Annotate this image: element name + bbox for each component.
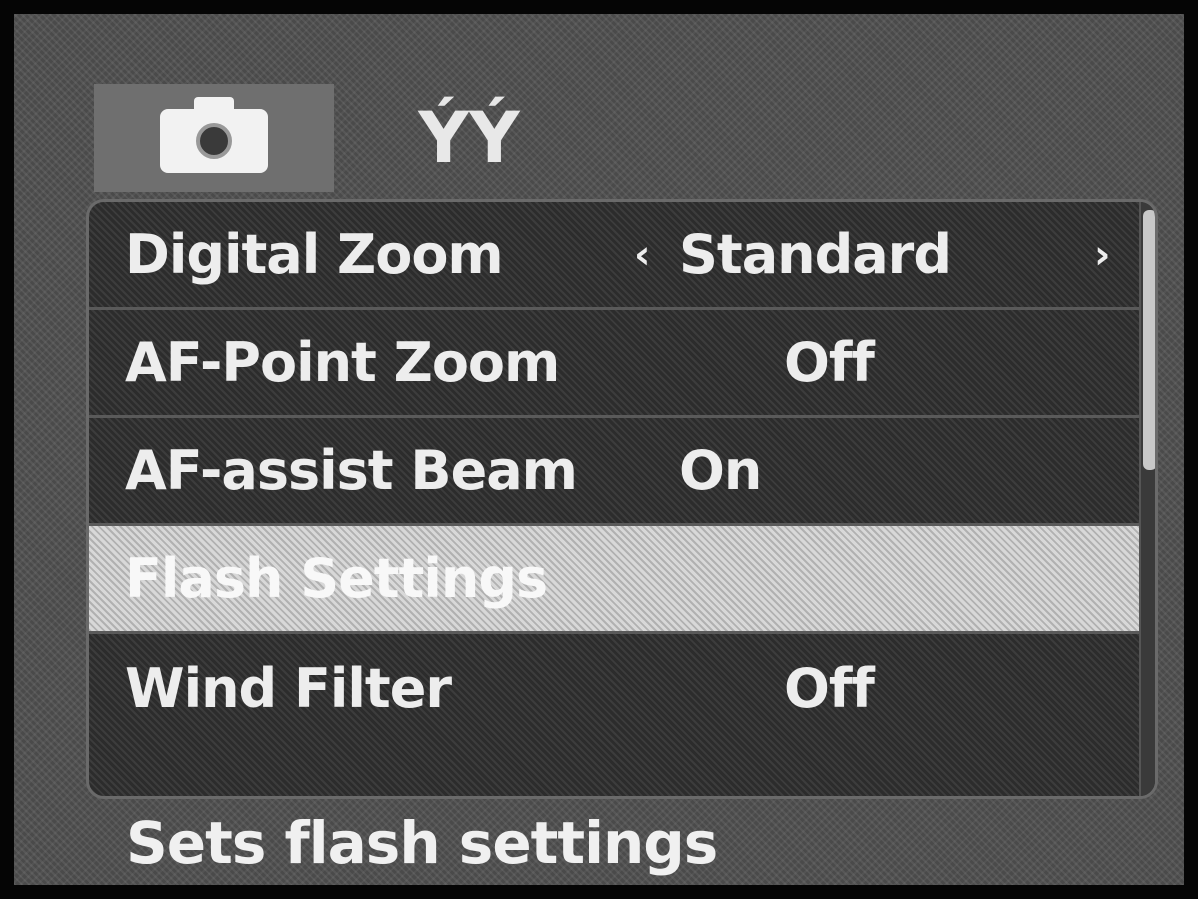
menu-item-wind-filter[interactable]: Wind Filter Off <box>89 634 1139 742</box>
menu-item-value: Off <box>784 331 875 394</box>
menu-item-digital-zoom[interactable]: Digital Zoom ‹ Standard › <box>89 202 1139 310</box>
tab-setup[interactable]: ÝÝ <box>414 84 524 192</box>
menu-item-value: Standard <box>679 223 952 286</box>
menu-panel: Digital Zoom ‹ Standard › AF-Point Zoom … <box>86 199 1158 799</box>
scrollbar-thumb[interactable] <box>1143 210 1155 470</box>
menu-item-af-assist-beam[interactable]: AF-assist Beam On <box>89 418 1139 526</box>
chevron-right-icon[interactable]: › <box>1094 232 1111 278</box>
menu-item-value: Off <box>784 656 875 720</box>
menu-item-flash-settings[interactable]: Flash Settings <box>89 526 1139 634</box>
tools-icon: ÝÝ <box>418 97 520 179</box>
chevron-left-icon[interactable]: ‹ <box>634 232 651 278</box>
tab-shooting[interactable] <box>94 84 334 192</box>
menu-hint-text: Sets flash settings <box>126 809 718 877</box>
menu-item-label: Flash Settings <box>125 547 548 610</box>
menu-item-label: AF-Point Zoom <box>125 331 560 394</box>
menu-item-label: Wind Filter <box>125 656 452 720</box>
menu-item-label: AF-assist Beam <box>125 439 578 502</box>
menu-item-af-point-zoom[interactable]: AF-Point Zoom Off <box>89 310 1139 418</box>
menu-item-label: Digital Zoom <box>125 223 504 286</box>
menu-item-value: On <box>679 439 762 502</box>
menu-scrollbar[interactable] <box>1139 202 1155 796</box>
camera-screen: ÝÝ Digital Zoom ‹ Standard › AF-Point Zo… <box>0 0 1198 899</box>
camera-icon <box>160 97 268 173</box>
camera-lens <box>196 123 232 159</box>
